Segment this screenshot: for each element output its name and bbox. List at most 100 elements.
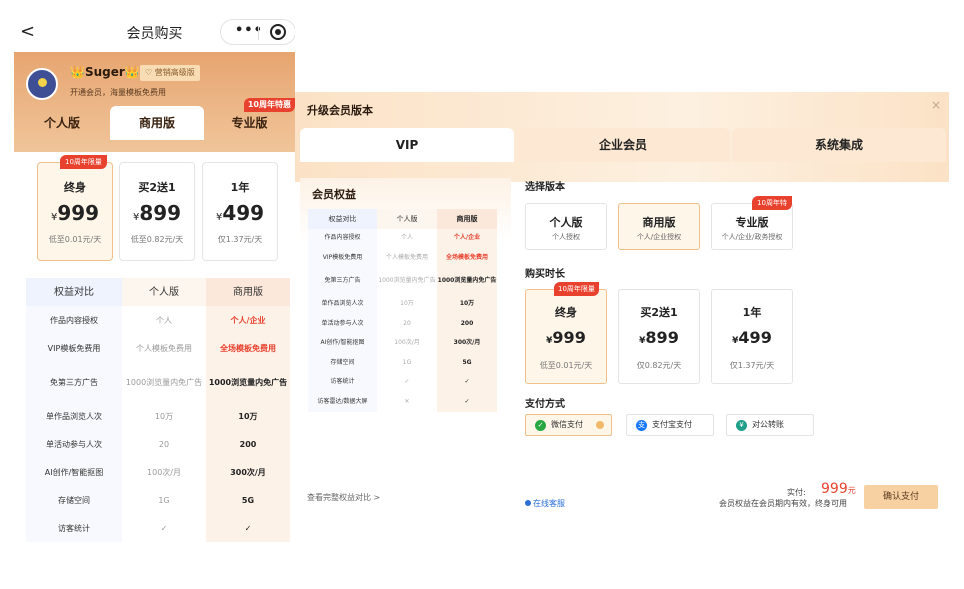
pay-option-label: 微信支付 — [551, 420, 583, 429]
table-cell: 个人模板免费用 — [377, 248, 437, 268]
table-cell: 全场模板免费用 — [206, 334, 290, 362]
table-cell: 5G — [437, 353, 497, 373]
version-tabs: 个人版 商用版 专业版 10周年特惠 — [14, 98, 295, 140]
table-cell: AI创作/智能抠图 — [308, 333, 377, 353]
table-cell: 个人模板免费用 — [122, 334, 206, 362]
chat-icon — [525, 500, 531, 506]
plan-card-lifetime[interactable]: 10周年限量 终身 ¥999 低至0.01元/天 — [525, 282, 607, 384]
version-card-personal[interactable]: 个人版 个人授权 — [525, 203, 607, 250]
table-row: VIP模板免费用 个人模板免费用 全场模板免费用 — [308, 248, 497, 268]
plan-daily-price: 仅0.82元/天 — [636, 361, 682, 370]
table-cell: 10万 — [122, 402, 206, 430]
version-section-label: 选择版本 — [525, 182, 565, 193]
table-row: 单活动参与人次 20 200 — [308, 314, 497, 334]
limited-tag: 10周年限量 — [60, 155, 107, 169]
table-cell: 300次/月 — [206, 458, 290, 486]
plan-card-1year[interactable]: 1年 ¥499 仅1.37元/天 — [711, 289, 793, 384]
table-cell: 300次/月 — [437, 333, 497, 353]
price-value: 499 — [222, 201, 265, 225]
table-cell: 免第三方广告 — [308, 267, 377, 295]
table-cell: 免第三方广告 — [26, 362, 122, 402]
table-cell: 1000浏览量内免广告 — [437, 267, 497, 295]
table-cell: 个人/企业 — [437, 228, 497, 248]
tab-label: 个人版 — [43, 116, 80, 130]
table-row: 免第三方广告 1000浏览量内免广告 1000浏览量内免广告 — [308, 267, 497, 295]
table-cell: 20 — [377, 314, 437, 334]
price-value: 499 — [738, 328, 772, 347]
pay-option-label: 支付宝支付 — [652, 420, 692, 429]
avatar — [26, 68, 58, 100]
plan-daily-price: 低至0.01元/天 — [539, 361, 593, 370]
table-cell: VIP模板免费用 — [308, 248, 377, 268]
price-value: 999 — [57, 201, 100, 225]
miniapp-capsule: ••• — [220, 19, 295, 45]
table-cell: 单活动参与人次 — [26, 430, 122, 458]
table-header-cell: 权益对比 — [26, 278, 122, 306]
plan-name: 买2送1 — [640, 306, 678, 319]
plan-name: 1年 — [230, 181, 250, 194]
table-row: 单活动参与人次 20 200 — [26, 430, 290, 458]
pay-option-label: 对公转账 — [752, 420, 784, 429]
table-header-cell: 个人版 — [122, 278, 206, 306]
user-level-label: 营销高级版 — [154, 68, 195, 77]
table-row: AI创作/智能抠图 100次/月 300次/月 — [26, 458, 290, 486]
confirm-pay-button[interactable]: 确认支付 — [864, 485, 938, 509]
version-desc: 个人/企业授权 — [636, 233, 682, 241]
plan-card-buy2get1[interactable]: 买2送1 ¥899 仅0.82元/天 — [618, 289, 700, 384]
table-row: VIP模板免费用 个人模板免费用 全场模板免费用 — [26, 334, 290, 362]
tab-commercial[interactable]: 商用版 — [110, 106, 204, 140]
tab-label: 专业版 — [231, 116, 268, 130]
table-row: 访客统计 ✓ ✓ — [26, 514, 290, 542]
pay-option-alipay[interactable]: 支 支付宝支付 — [626, 414, 714, 436]
capsule-divider — [258, 26, 259, 40]
tab-system-integration[interactable]: 系统集成 — [732, 128, 946, 162]
table-cell: 个人 — [122, 306, 206, 334]
tab-vip[interactable]: VIP — [300, 128, 514, 162]
dialog-header: 升级会员版本 × VIP 企业会员 系统集成 — [295, 92, 949, 182]
version-card-professional[interactable]: 10周年特惠 专业版 个人/企业/政务授权 — [711, 196, 793, 250]
check-icon: ✓ — [122, 514, 206, 542]
table-cell: 存储空间 — [26, 486, 122, 514]
close-icon[interactable]: × — [931, 98, 941, 112]
tab-enterprise[interactable]: 企业会员 — [516, 128, 730, 162]
version-card-commercial[interactable]: 商用版 个人/企业授权 — [618, 203, 700, 250]
plan-price: ¥499 — [203, 201, 277, 225]
table-header-cell: 商用版 — [437, 209, 497, 229]
table-cell: 单作品浏览人次 — [308, 294, 377, 314]
pay-option-wechat[interactable]: ✓ 微信支付 — [525, 414, 612, 436]
mobile-purchase-page: < 会员购买 ••• 👑Suger👑 ♡ 营销高级版 开通会员，海量模板免费用 … — [14, 12, 295, 552]
limited-tag: 10周年限量 — [554, 282, 599, 296]
table-row: 访客统计 ✓ ✓ — [308, 372, 497, 392]
tab-personal[interactable]: 个人版 — [14, 106, 110, 140]
tab-professional[interactable]: 专业版 10周年特惠 — [204, 98, 295, 140]
close-miniapp-icon[interactable] — [270, 24, 286, 40]
benefits-title: 会员权益 — [312, 188, 356, 201]
price-value: 899 — [139, 201, 182, 225]
plan-daily-price: 低至0.01元/天 — [48, 235, 102, 244]
table-cell: 10万 — [437, 294, 497, 314]
table-cell: 5G — [206, 486, 290, 514]
table-cell: 200 — [206, 430, 290, 458]
tab-label: 商用版 — [138, 116, 175, 130]
paid-label: 实付: — [787, 488, 806, 497]
table-cell: 单活动参与人次 — [308, 314, 377, 334]
table-cell: 访客统计 — [308, 372, 377, 392]
user-name: 👑Suger👑 — [70, 65, 140, 79]
check-icon: ✓ — [437, 392, 497, 412]
version-name: 商用版 — [642, 216, 676, 229]
table-cell: 单作品浏览人次 — [26, 402, 122, 430]
plan-card-1year[interactable]: 1年 ¥499 仅1.37元/天 — [202, 162, 278, 261]
table-cell: 作品内容授权 — [26, 306, 122, 334]
plan-name: 终身 — [555, 306, 577, 319]
pay-option-bank-transfer[interactable]: ¥ 对公转账 — [726, 414, 814, 436]
plan-card-buy2get1[interactable]: 买2送1 ¥899 低至0.82元/天 — [119, 162, 195, 261]
full-comparison-link[interactable]: 查看完整权益对比 > — [307, 492, 380, 503]
plan-card-lifetime[interactable]: 10周年限量 终身 ¥999 低至0.01元/天 — [37, 155, 113, 261]
online-service-link[interactable]: 在线客服 — [525, 498, 565, 509]
plan-price: ¥999 — [526, 328, 606, 347]
table-cell: 1G — [122, 486, 206, 514]
version-name: 个人版 — [549, 216, 583, 229]
table-row: 作品内容授权 个人 个人/企业 — [26, 306, 290, 334]
user-level-badge: ♡ 营销高级版 — [140, 65, 200, 81]
table-header-cell: 权益对比 — [308, 209, 377, 229]
